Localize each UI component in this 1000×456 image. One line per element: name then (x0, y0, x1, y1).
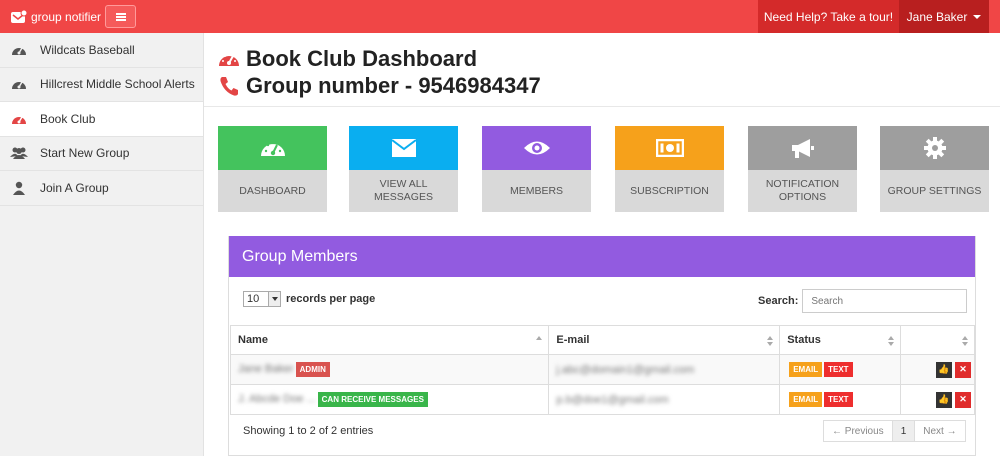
member-name: Jane Baker (238, 363, 294, 376)
sidebar-item-wildcats-baseball[interactable]: Wildcats Baseball (0, 33, 203, 68)
delete-icon[interactable]: ✕ (955, 391, 971, 408)
tile-label: SUBSCRIPTION (615, 170, 724, 212)
tile-view-all-messages[interactable]: VIEW ALL MESSAGES (349, 126, 458, 212)
dashboard-icon (10, 111, 28, 127)
logo-icon (11, 9, 28, 23)
thumbs-up-icon[interactable]: 👍 (936, 361, 952, 378)
user-icon (10, 180, 28, 196)
tile-label: DASHBOARD (218, 170, 327, 212)
page-length-select[interactable]: 10 (243, 291, 281, 307)
group-number-text: Group number - 9546984347 (246, 73, 541, 98)
table-row: J. Abcde Doe ... CAN RECEIVE MESSAGES p.b… (229, 384, 975, 415)
sidebar-item-label: Hillcrest Middle School Alerts (40, 77, 195, 92)
tile-dashboard[interactable]: DASHBOARD (218, 126, 327, 212)
page-1-button[interactable]: 1 (891, 420, 916, 442)
envelope-icon (390, 139, 417, 157)
dashboard-icon (219, 53, 239, 66)
table-row: Jane Baker ADMIN j.abc@domain1@gmail.com … (229, 354, 975, 385)
page-length-value: 10 (247, 293, 260, 305)
users-icon (10, 145, 28, 161)
table-info: Showing 1 to 2 of 2 entries (243, 425, 374, 437)
dashboard-icon (10, 42, 28, 58)
panel-title: Group Members (229, 236, 975, 277)
user-name: Jane Baker (906, 9, 968, 24)
search-box: Search: (758, 289, 968, 313)
tile-notification-options[interactable]: NOTIFICATION OPTIONS (748, 126, 857, 212)
dashboard-icon (260, 141, 285, 156)
tile-group-settings[interactable]: GROUP SETTINGS (880, 126, 989, 212)
eye-icon (523, 141, 550, 155)
user-menu[interactable]: Jane Baker (899, 0, 989, 33)
tile-label: NOTIFICATION OPTIONS (748, 170, 857, 212)
tile-members[interactable]: MEMBERS (482, 126, 591, 212)
chevron-down-icon (268, 292, 280, 306)
email-badge[interactable]: EMAIL (789, 392, 823, 407)
money-icon (655, 139, 684, 157)
caret-down-icon (973, 14, 982, 19)
column-header-name[interactable]: Name (229, 325, 550, 355)
sidebar-item-label: Wildcats Baseball (40, 42, 135, 57)
page-title: Book Club Dashboard (218, 46, 477, 72)
phone-icon (220, 77, 238, 96)
records-per-page-label: records per page (286, 293, 376, 305)
admin-badge: ADMIN (295, 362, 330, 377)
column-header-actions[interactable] (900, 325, 975, 355)
previous-page-button[interactable]: ← Previous (823, 420, 893, 442)
sidebar-item-book-club[interactable]: Book Club (0, 102, 203, 137)
tile-label: VIEW ALL MESSAGES (349, 170, 458, 212)
member-email: j.abc@domain1@gmail.com (556, 363, 695, 376)
bullhorn-icon (791, 139, 814, 158)
members-table: Name E-mail Status Jane Baker ADMIN j.abc… (229, 325, 975, 415)
text-badge[interactable]: TEXT (824, 362, 853, 377)
search-label: Search: (758, 295, 799, 307)
brand-logo[interactable]: group notifier (10, 8, 101, 26)
can-receive-badge: CAN RECEIVE MESSAGES (317, 392, 428, 407)
member-name: J. Abcde Doe ... (238, 393, 316, 406)
sidebar-item-hillcrest-alerts[interactable]: Hillcrest Middle School Alerts (0, 68, 203, 102)
group-members-panel: Group Members 10 records per page Search… (228, 236, 976, 456)
text-badge[interactable]: TEXT (824, 392, 853, 407)
tile-label: MEMBERS (482, 170, 591, 212)
email-badge[interactable]: EMAIL (789, 362, 823, 377)
sort-icon (888, 336, 895, 346)
hamburger-icon (115, 12, 126, 21)
group-number: Group number - 9546984347 (218, 73, 541, 99)
sidebar-item-label: Book Club (40, 111, 96, 126)
header-divider (204, 106, 1000, 107)
menu-toggle-button[interactable] (105, 5, 136, 28)
sort-asc-icon (536, 336, 543, 346)
delete-icon[interactable]: ✕ (955, 361, 971, 378)
next-page-button[interactable]: Next → (914, 420, 966, 442)
sidebar-item-label: Start New Group (40, 146, 130, 161)
sort-icon (962, 336, 968, 346)
brand-name: group notifier (31, 10, 102, 24)
page-title-text: Book Club Dashboard (246, 46, 478, 71)
tile-label: GROUP SETTINGS (880, 170, 989, 212)
sort-icon (767, 336, 774, 346)
table-header-row: Name E-mail Status (229, 325, 975, 355)
pagination: ← Previous 1 Next → (823, 420, 966, 442)
column-header-email[interactable]: E-mail (548, 325, 781, 355)
column-header-status[interactable]: Status (779, 325, 902, 355)
dashboard-icon (10, 76, 28, 92)
sidebar-item-start-new-group[interactable]: Start New Group (0, 137, 203, 171)
member-email: p.b@doe1@gmail.com (556, 393, 669, 406)
sidebar: Wildcats Baseball Hillcrest Middle Schoo… (0, 33, 204, 456)
top-bar: group notifier Need Help? Take a tour! J… (0, 0, 1000, 33)
gear-icon (923, 137, 946, 159)
records-per-page: 10 records per page (243, 291, 375, 307)
tile-subscription[interactable]: SUBSCRIPTION (615, 126, 724, 212)
help-tour-link[interactable]: Need Help? Take a tour! (758, 0, 899, 33)
sidebar-item-label: Join A Group (40, 180, 109, 195)
sidebar-item-join-group[interactable]: Join A Group (0, 171, 203, 206)
thumbs-up-icon[interactable]: 👍 (936, 391, 952, 408)
search-input[interactable] (802, 289, 968, 313)
